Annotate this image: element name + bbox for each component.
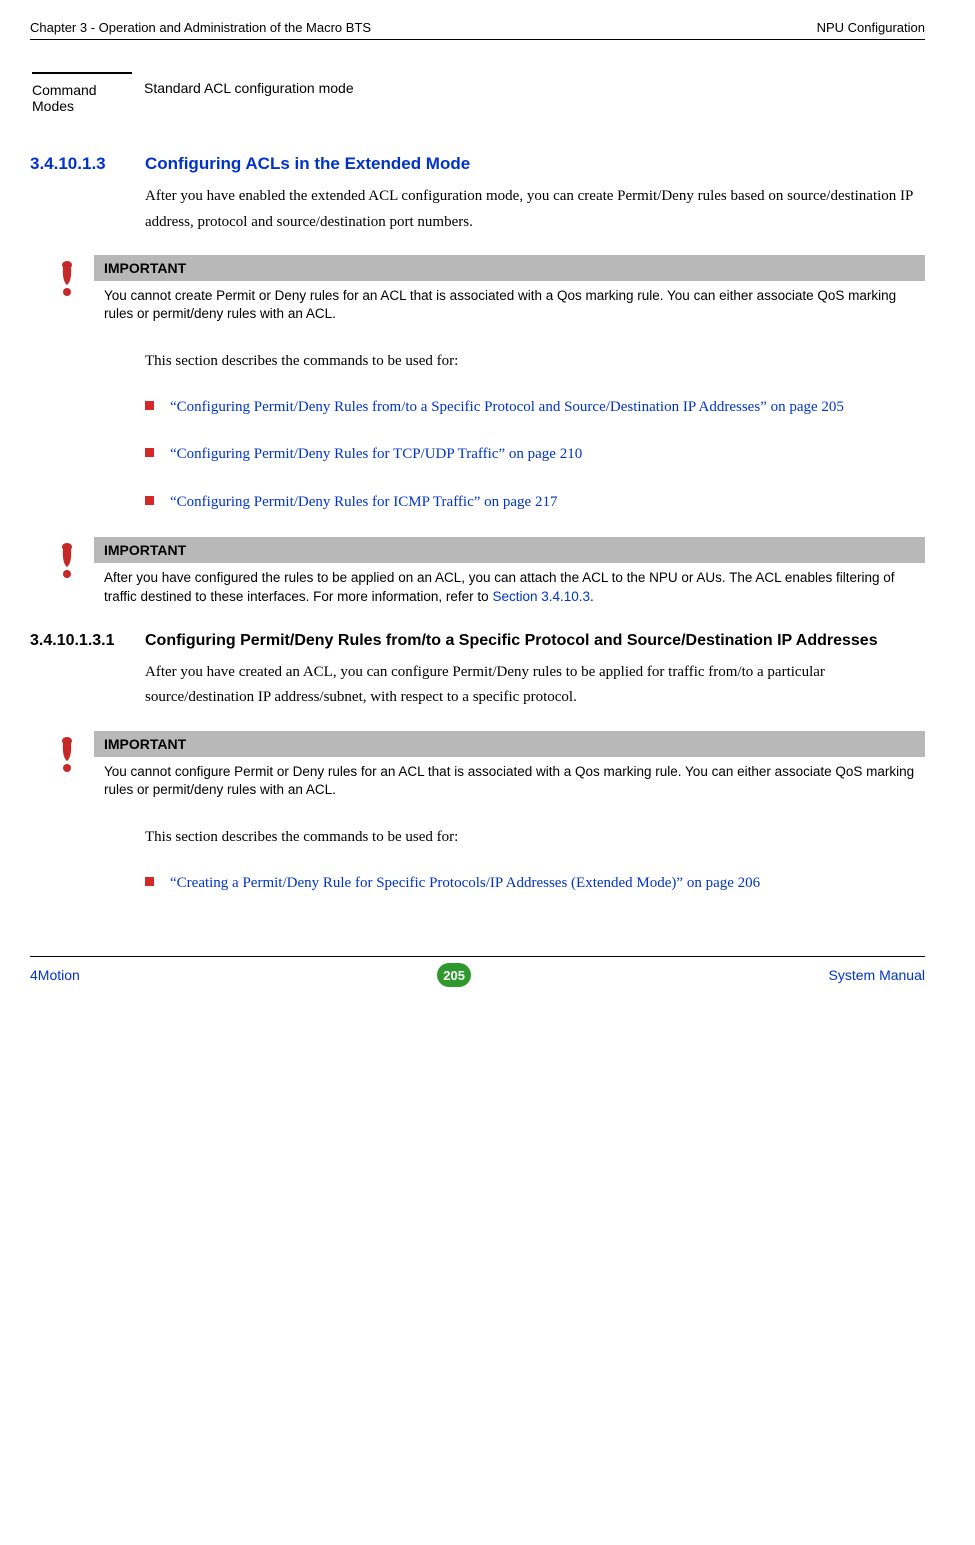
bullet-icon bbox=[145, 877, 154, 886]
list-item: “Configuring Permit/Deny Rules for ICMP … bbox=[145, 490, 925, 516]
important-callout: IMPORTANT You cannot create Permit or De… bbox=[60, 255, 925, 329]
bullet-icon bbox=[145, 401, 154, 410]
link-text[interactable]: “Creating a Permit/Deny Rule for Specifi… bbox=[170, 871, 760, 897]
important-icon bbox=[60, 737, 80, 773]
important-callout: IMPORTANT You cannot configure Permit or… bbox=[60, 731, 925, 805]
important-header: IMPORTANT bbox=[94, 255, 925, 281]
subsection-title: Configuring Permit/Deny Rules from/to a … bbox=[145, 632, 878, 650]
section-number: 3.4.10.1.3 bbox=[30, 154, 145, 174]
important-icon bbox=[60, 261, 80, 297]
list-item: “Configuring Permit/Deny Rules from/to a… bbox=[145, 395, 925, 421]
footer-right: System Manual bbox=[829, 967, 925, 983]
link-text[interactable]: “Configuring Permit/Deny Rules for ICMP … bbox=[170, 490, 557, 516]
body-paragraph: After you have created an ACL, you can c… bbox=[145, 660, 925, 711]
bullet-icon bbox=[145, 448, 154, 457]
body-paragraph: After you have enabled the extended ACL … bbox=[145, 184, 925, 235]
subsection-heading: 3.4.10.1.3.1 Configuring Permit/Deny Rul… bbox=[30, 632, 925, 650]
page-footer: 4Motion 205 System Manual bbox=[30, 956, 925, 987]
section-title: Configuring ACLs in the Extended Mode bbox=[145, 154, 470, 174]
important-body: You cannot configure Permit or Deny rule… bbox=[94, 757, 925, 805]
footer-left: 4Motion bbox=[30, 967, 80, 983]
bullet-icon bbox=[145, 496, 154, 505]
link-text[interactable]: “Configuring Permit/Deny Rules from/to a… bbox=[170, 395, 844, 421]
important-icon bbox=[60, 543, 80, 579]
command-modes-table: Command Modes Standard ACL configuration… bbox=[30, 70, 366, 124]
important-body-text: . bbox=[590, 589, 594, 604]
body-paragraph: This section describes the commands to b… bbox=[145, 825, 925, 851]
header-chapter: Chapter 3 - Operation and Administration… bbox=[30, 20, 371, 35]
page-number-badge: 205 bbox=[437, 963, 471, 987]
command-modes-value: Standard ACL configuration mode bbox=[134, 72, 364, 122]
bullet-list: “Creating a Permit/Deny Rule for Specifi… bbox=[145, 871, 925, 897]
important-callout: IMPORTANT After you have configured the … bbox=[60, 537, 925, 611]
important-header: IMPORTANT bbox=[94, 537, 925, 563]
list-item: “Creating a Permit/Deny Rule for Specifi… bbox=[145, 871, 925, 897]
section-heading: 3.4.10.1.3 Configuring ACLs in the Exten… bbox=[30, 154, 925, 174]
bullet-list: “Configuring Permit/Deny Rules from/to a… bbox=[145, 395, 925, 516]
list-item: “Configuring Permit/Deny Rules for TCP/U… bbox=[145, 442, 925, 468]
body-paragraph: This section describes the commands to b… bbox=[145, 349, 925, 375]
header-section: NPU Configuration bbox=[817, 20, 925, 35]
section-link[interactable]: Section 3.4.10.3 bbox=[492, 589, 590, 604]
important-header: IMPORTANT bbox=[94, 731, 925, 757]
important-body: After you have configured the rules to b… bbox=[94, 563, 925, 611]
link-text[interactable]: “Configuring Permit/Deny Rules for TCP/U… bbox=[170, 442, 582, 468]
command-modes-label: Command Modes bbox=[32, 72, 132, 122]
subsection-number: 3.4.10.1.3.1 bbox=[30, 632, 145, 650]
important-body: You cannot create Permit or Deny rules f… bbox=[94, 281, 925, 329]
page-header: Chapter 3 - Operation and Administration… bbox=[30, 20, 925, 40]
